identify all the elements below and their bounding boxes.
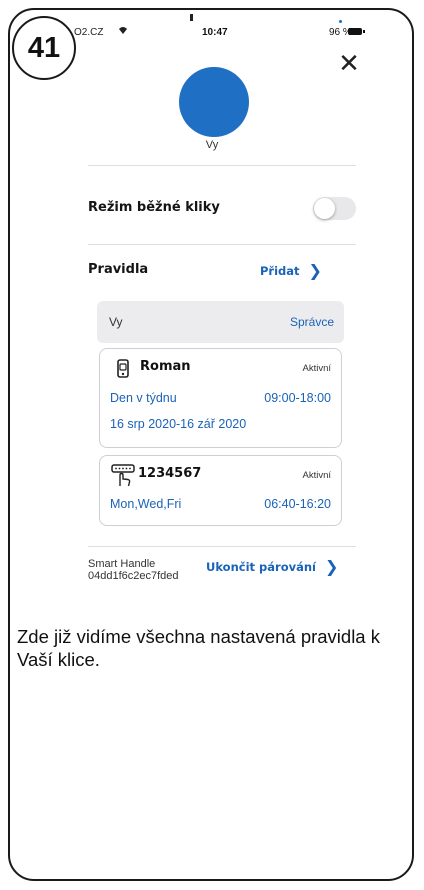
handle-mode-label: Režim běžné kliky	[88, 200, 220, 215]
divider	[88, 546, 356, 547]
rule-days: Mon,Wed,Fri	[110, 497, 182, 511]
rule-dates: 16 srp 2020-16 zář 2020	[110, 417, 247, 431]
wifi-icon	[118, 26, 128, 38]
avatar	[179, 67, 249, 137]
divider	[88, 165, 356, 166]
owner-name: Vy	[109, 315, 123, 329]
unpair-button[interactable]: Ukončit párování ❯	[206, 557, 338, 576]
close-icon: ✕	[338, 49, 360, 79]
keypad-code-icon	[111, 463, 135, 487]
profile-name: Vy	[205, 139, 219, 151]
device-name: Smart Handle	[88, 558, 156, 570]
device-id: 04dd1f6c2ec7fded	[88, 570, 179, 579]
chevron-right-icon: ❯	[324, 557, 339, 576]
owner-row[interactable]: Vy Správce	[97, 301, 344, 343]
toggle-knob	[314, 198, 335, 219]
device-info: Smart Handle 04dd1f6c2ec7fded	[88, 558, 179, 579]
close-button[interactable]: ✕	[335, 49, 363, 79]
rule-time: 06:40-16:20	[264, 497, 331, 511]
rule-title: 1234567	[138, 466, 202, 481]
chevron-right-icon: ❯	[308, 261, 322, 280]
rule-card-code[interactable]: 1234567 Aktivní Mon,Wed,Fri 06:40-16:20	[99, 455, 342, 526]
unpair-label: Ukončit párování	[206, 559, 316, 574]
add-rule-label: Přidat	[260, 263, 300, 278]
add-rule-button[interactable]: Přidat ❯	[260, 261, 322, 280]
notch-mark	[190, 14, 193, 21]
handle-mode-toggle[interactable]	[313, 197, 356, 220]
rules-heading: Pravidla	[88, 262, 149, 277]
rule-time: 09:00-18:00	[264, 391, 331, 405]
battery-icon	[348, 28, 365, 35]
step-number-badge: 41	[12, 16, 76, 80]
rule-card-roman[interactable]: Roman Aktivní Den v týdnu 09:00-18:00 16…	[99, 348, 342, 448]
rule-title: Roman	[140, 359, 191, 374]
rule-status: Aktivní	[302, 363, 331, 374]
owner-role: Správce	[289, 315, 334, 329]
rule-status: Aktivní	[302, 470, 331, 481]
phone-key-icon	[112, 358, 134, 380]
rule-days: Den v týdnu	[110, 391, 177, 405]
carrier-label: O2.CZ	[74, 27, 104, 38]
location-icon	[339, 20, 342, 23]
instruction-caption: Zde již vidíme všechna nastavená pravidl…	[17, 626, 380, 670]
divider	[88, 244, 356, 245]
clock: 10:47	[202, 27, 228, 38]
